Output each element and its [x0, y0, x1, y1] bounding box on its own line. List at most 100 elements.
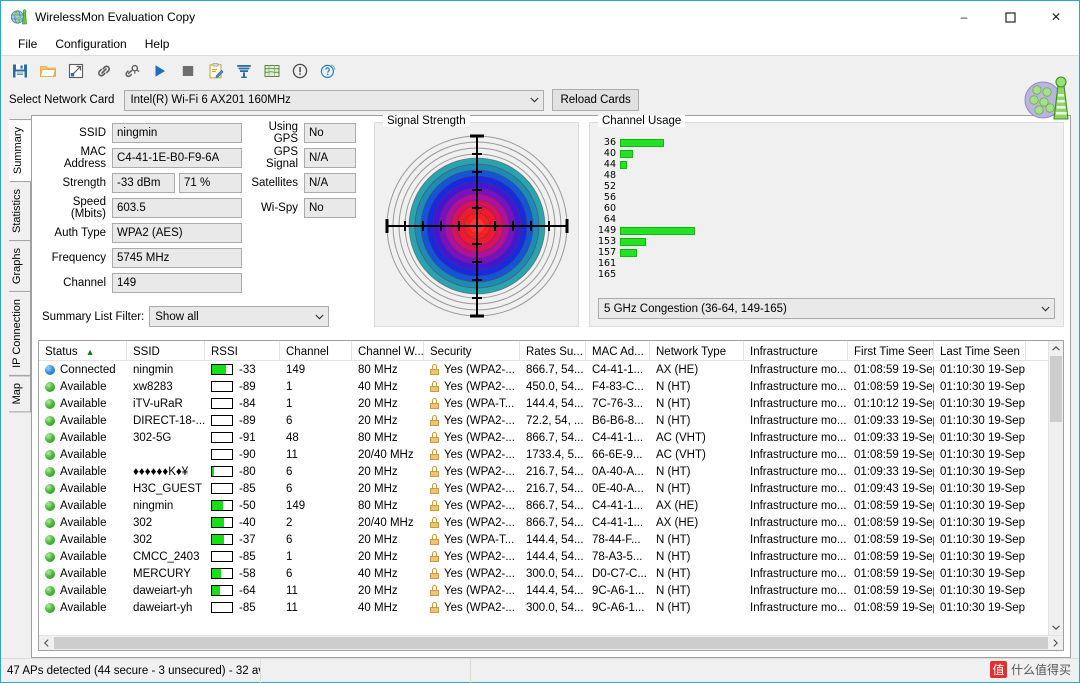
lock-icon	[430, 466, 439, 477]
table-row[interactable]: AvailableDIRECT-18-...-89620 MHzYes (WPA…	[39, 412, 1063, 429]
cell-last-time-seen: 01:10:30 19-Sep	[934, 398, 1026, 410]
summary-filter-select[interactable]: Show all	[149, 306, 329, 327]
scroll-up-icon[interactable]	[1049, 341, 1063, 356]
signal-bar-icon	[211, 381, 233, 392]
channel-number-label: 48	[598, 170, 620, 181]
mac-address-value[interactable]: C4-41-1E-B0-F9-6A	[112, 148, 242, 168]
table-vertical-scrollbar[interactable]	[1048, 341, 1063, 635]
menu-configuration[interactable]: Configuration	[46, 35, 135, 53]
reload-cards-button[interactable]: Reload Cards	[552, 89, 638, 111]
strength-dbm-value[interactable]: -33 dBm	[112, 173, 175, 193]
auth-type-value[interactable]: WPA2 (AES)	[112, 223, 242, 243]
report-icon[interactable]	[203, 58, 229, 84]
maximize-button[interactable]	[987, 1, 1033, 33]
table-row[interactable]: Available302-5G-914880 MHzYes (WPA2-...8…	[39, 429, 1063, 446]
channel-usage-mode-select[interactable]: 5 GHz Congestion (36-64, 149-165)	[598, 298, 1055, 319]
column-header-rates-su[interactable]: Rates Su...	[520, 341, 586, 360]
network-card-select[interactable]: Intel(R) Wi-Fi 6 AX201 160MHz	[124, 90, 544, 111]
cell-security: Yes (WPA2-...	[424, 449, 520, 461]
cell-first-time-seen: 01:09:43 19-Sep...	[848, 483, 934, 495]
table-horizontal-scrollbar[interactable]	[39, 635, 1063, 650]
cell-security: Yes (WPA2-...	[424, 551, 520, 563]
cell-ssid: H3C_GUEST	[127, 483, 205, 495]
table-row[interactable]: Available302-37620 MHzYes (WPA-T...144.4…	[39, 531, 1063, 548]
column-header-channel[interactable]: Channel	[280, 341, 352, 360]
column-header-network-type[interactable]: Network Type	[650, 341, 744, 360]
column-header-last-time-seen[interactable]: Last Time Seen	[934, 341, 1026, 360]
column-header-channel-w[interactable]: Channel W...	[352, 341, 424, 360]
channel-number-label: 52	[598, 181, 620, 192]
gps-signal-value[interactable]: N/A	[304, 148, 356, 168]
field-auth-type: Auth Type WPA2 (AES)	[42, 222, 368, 244]
column-header-rssi[interactable]: RSSI	[205, 341, 280, 360]
scroll-down-icon[interactable]	[1049, 620, 1063, 635]
close-button[interactable]: ✕	[1033, 1, 1079, 33]
alert-icon[interactable]	[287, 58, 313, 84]
cell-channel: 11	[280, 602, 352, 614]
table-row[interactable]: Availablexw8283-89140 MHzYes (WPA2-...45…	[39, 378, 1063, 395]
strength-percent-value[interactable]: 71 %	[179, 173, 242, 193]
cell-security: Yes (WPA2-...	[424, 432, 520, 444]
lock-icon	[430, 551, 439, 562]
menu-help[interactable]: Help	[136, 35, 179, 53]
table-row[interactable]: Available302-40220/40 MHzYes (WPA2-...86…	[39, 514, 1063, 531]
link-icon[interactable]	[91, 58, 117, 84]
scroll-right-icon[interactable]	[1048, 636, 1063, 650]
cell-security: Yes (WPA2-...	[424, 500, 520, 512]
scroll-left-icon[interactable]	[39, 636, 54, 650]
column-header-ssid[interactable]: SSID	[127, 341, 205, 360]
table-row[interactable]: AvailableiTV-uRaR-84120 MHzYes (WPA-T...…	[39, 395, 1063, 412]
cell-first-time-seen: 01:08:59 19-Sep...	[848, 568, 934, 580]
column-header-status[interactable]: Status▲	[39, 341, 127, 360]
export-icon[interactable]	[63, 58, 89, 84]
save-icon[interactable]	[7, 58, 33, 84]
rssi-value: -85	[239, 551, 256, 563]
table-row[interactable]: AvailableH3C_GUEST-85620 MHzYes (WPA2-..…	[39, 480, 1063, 497]
speed-value[interactable]: 603.5	[112, 198, 242, 218]
column-header-label: Infrastructure	[750, 346, 818, 358]
column-header-infrastructure[interactable]: Infrastructure	[744, 341, 848, 360]
help-icon[interactable]	[315, 58, 341, 84]
signal-radar	[381, 131, 572, 320]
cell-channel: 6	[280, 534, 352, 546]
using-gps-value[interactable]: No	[304, 123, 356, 143]
play-icon[interactable]	[147, 58, 173, 84]
open-folder-icon[interactable]	[35, 58, 61, 84]
cell-mac-address: 9C-A6-1...	[586, 602, 650, 614]
channel-value[interactable]: 149	[112, 273, 242, 293]
column-header-first-time-seen[interactable]: First Time Seen	[848, 341, 934, 360]
tab-ip-connection[interactable]: IP Connection	[9, 291, 31, 376]
satellites-value[interactable]: N/A	[304, 173, 356, 193]
minimize-button[interactable]: –	[941, 1, 987, 33]
security-text: Yes (WPA2-...	[444, 381, 515, 393]
tab-map[interactable]: Map	[9, 375, 31, 412]
antenna-icon[interactable]	[231, 58, 257, 84]
table-row[interactable]: AvailableCMCC_2403-85120 MHzYes (WPA2-..…	[39, 548, 1063, 565]
ssid-value[interactable]: ningmin	[112, 123, 242, 143]
table-row[interactable]: Availabledaweiart-yh-641120 MHzYes (WPA2…	[39, 582, 1063, 599]
frequency-value[interactable]: 5745 MHz	[112, 248, 242, 268]
column-header-security[interactable]: Security	[424, 341, 520, 360]
vertical-scroll-thumb[interactable]	[1050, 356, 1062, 422]
cell-first-time-seen: 01:08:59 19-Sep...	[848, 364, 934, 376]
table-row[interactable]: Connectedningmin-3314980 MHzYes (WPA2-..…	[39, 361, 1063, 378]
stop-icon[interactable]	[175, 58, 201, 84]
table-row[interactable]: Available-901120/40 MHzYes (WPA2-...1733…	[39, 446, 1063, 463]
table-row[interactable]: Available♦♦♦♦♦♦K♦¥-80620 MHzYes (WPA2-..…	[39, 463, 1063, 480]
table-row[interactable]: Availableningmin-5014980 MHzYes (WPA2-..…	[39, 497, 1063, 514]
map-icon[interactable]	[259, 58, 285, 84]
wispy-value[interactable]: No	[304, 198, 356, 218]
signal-bar-icon	[211, 602, 233, 613]
table-row[interactable]: Availabledaweiart-yh-851140 MHzYes (WPA2…	[39, 599, 1063, 616]
cell-rates: 144.4, 54...	[520, 551, 586, 563]
tab-graphs[interactable]: Graphs	[9, 240, 31, 292]
cell-first-time-seen: 01:10:12 19-Sep...	[848, 398, 934, 410]
horizontal-scroll-thumb[interactable]	[54, 637, 1048, 649]
security-text: Yes (WPA2-...	[444, 568, 515, 580]
tab-statistics[interactable]: Statistics	[9, 181, 31, 241]
column-header-mac-ad[interactable]: MAC Ad...	[586, 341, 650, 360]
disconnect-icon[interactable]	[119, 58, 145, 84]
tab-summary[interactable]: Summary	[9, 119, 32, 182]
menu-file[interactable]: File	[9, 35, 46, 53]
table-row[interactable]: AvailableMERCURY-58640 MHzYes (WPA2-...3…	[39, 565, 1063, 582]
